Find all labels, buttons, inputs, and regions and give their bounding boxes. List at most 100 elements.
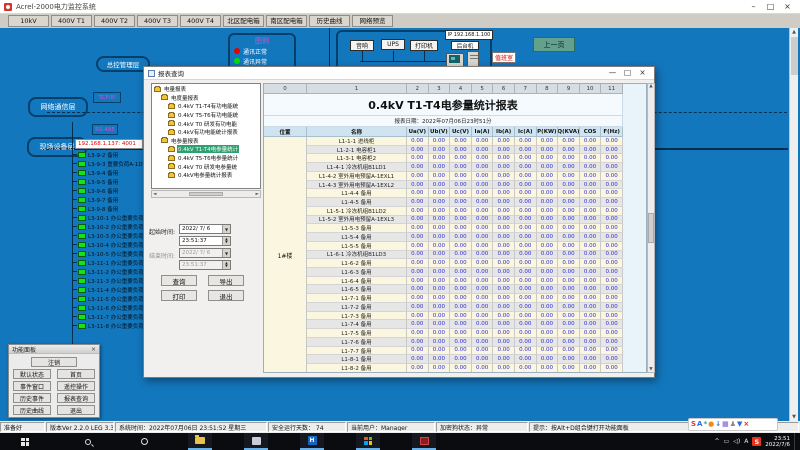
capture-tool-icon[interactable]: ↓: [715, 419, 721, 430]
search-icon[interactable]: [76, 433, 100, 450]
device-list-item[interactable]: L3-10-5 办公重要负荷A-: [72, 249, 143, 258]
scrollbar-thumb[interactable]: [791, 37, 798, 75]
report-tree-item[interactable]: 0.4kV T1-T4有功电能统: [152, 102, 260, 111]
scrollbar-thumb[interactable]: [648, 213, 654, 243]
dialog-minimize-icon[interactable]: —: [605, 67, 620, 79]
main-scrollbar[interactable]: ▲ ▼: [789, 28, 798, 421]
page-tab[interactable]: 北区配电箱: [223, 15, 264, 27]
microsoft-app-icon[interactable]: [356, 433, 380, 450]
spinner-arrows-icon[interactable]: ▲▼: [222, 237, 230, 245]
panel-button[interactable]: 默认状态: [13, 369, 51, 379]
page-tab[interactable]: 10kV: [8, 15, 49, 27]
device-list-item[interactable]: L3-11-8 办公重要负荷A-: [72, 321, 143, 330]
device-list-item[interactable]: L3-11-5 办公重要负荷A-: [72, 294, 143, 303]
capture-tool-icon[interactable]: ♟: [730, 419, 736, 430]
page-tab[interactable]: 400V T1: [51, 15, 92, 27]
page-tab[interactable]: 400V T3: [137, 15, 178, 27]
taskbar-clock[interactable]: 23:51 2022/7/6: [765, 436, 790, 448]
report-tree-item[interactable]: 电度量报表: [152, 94, 260, 103]
tray-message-icon[interactable]: ▭: [724, 438, 730, 445]
capture-tool-icon[interactable]: ▼: [737, 419, 742, 430]
start-time-spinner[interactable]: 23:51:37 ▲▼: [179, 236, 231, 246]
page-tab[interactable]: 400V T2: [94, 15, 135, 27]
capture-tool-icon[interactable]: *: [703, 419, 707, 430]
panel-button[interactable]: 首页: [57, 369, 95, 379]
device-list-item[interactable]: L3-11-6 办公重要负荷A-: [72, 303, 143, 312]
device-list-item[interactable]: L3-10-1 办公重要负荷DCS-A: [72, 213, 143, 222]
report-tree-item[interactable]: 电量报表: [152, 85, 260, 94]
export-button[interactable]: 导出: [208, 275, 244, 286]
device-list-item[interactable]: L3-9-2 备用: [72, 150, 143, 159]
dialog-close-icon[interactable]: ×: [635, 67, 650, 79]
device-list-item[interactable]: L3-11-1 办公重要负荷A-: [72, 258, 143, 267]
windows-start-icon[interactable]: [13, 433, 37, 450]
device-list-item[interactable]: L3-9-8 备用: [72, 204, 143, 213]
scroll-down-icon[interactable]: ▼: [649, 367, 652, 372]
close-icon[interactable]: ×: [91, 346, 96, 353]
logout-button[interactable]: 注销: [31, 357, 77, 367]
capture-tool-icon[interactable]: ●: [708, 419, 714, 430]
report-tree-item[interactable]: 0.4kV有功电能统计报表: [152, 128, 260, 137]
scroll-up-icon[interactable]: ▲: [790, 28, 798, 36]
device-list-item[interactable]: L3-10-4 办公重要负荷A-: [72, 240, 143, 249]
device-list-item[interactable]: L3-9-5 备用: [72, 177, 143, 186]
report-tree-item[interactable]: 0.4kV T0 研发电参量统: [152, 162, 260, 171]
device-list-item[interactable]: L3-9-4 备用: [72, 168, 143, 177]
report-tree-item[interactable]: 0.4kV T0 研发有功电能: [152, 119, 260, 128]
page-tab[interactable]: 400V T4: [180, 15, 221, 27]
panel-button[interactable]: 遥控操作: [57, 381, 95, 391]
file-explorer-icon[interactable]: [188, 433, 212, 450]
notification-edge[interactable]: [794, 433, 798, 450]
scroll-up-icon[interactable]: ▲: [649, 84, 652, 89]
panel-button[interactable]: 报表查询: [57, 393, 95, 403]
device-list-item[interactable]: L3-9-3 重要负荷A-1DT1: [72, 159, 143, 168]
start-date-picker[interactable]: 2022/ 7/ 6 ▼: [179, 224, 231, 234]
capture-tool-icon[interactable]: S: [691, 419, 696, 430]
chevron-down-icon[interactable]: ▼: [222, 225, 230, 233]
exit-button[interactable]: 退出: [208, 290, 244, 301]
window-close-icon[interactable]: ×: [779, 0, 796, 13]
capture-tool-icon[interactable]: A: [697, 419, 702, 430]
query-button[interactable]: 查询: [161, 275, 197, 286]
scrollbar-thumb[interactable]: [189, 192, 223, 196]
device-list-item[interactable]: L3-11-2 办公重要负荷A-: [72, 267, 143, 276]
grid-vertical-scrollbar[interactable]: ▲ ▼: [647, 83, 655, 373]
page-tab[interactable]: 历史曲线: [309, 15, 350, 27]
end-date-picker[interactable]: 2022/ 7/ 6 ▼: [179, 248, 231, 258]
scroll-left-icon[interactable]: ◄: [153, 192, 156, 197]
sogou-tray-icon[interactable]: S: [752, 437, 761, 446]
tray-audio-icon[interactable]: ◁): [733, 438, 740, 445]
page-tab[interactable]: 网络预览: [352, 15, 393, 27]
app-icon-gray[interactable]: [244, 433, 268, 450]
dialog-titlebar[interactable]: 报表查询 — □ ×: [144, 67, 654, 80]
report-tree-item[interactable]: 0.4kV T5-T6有功电能统: [152, 111, 260, 120]
tray-chevron-icon[interactable]: ^: [715, 438, 720, 445]
capture-tool-icon[interactable]: ▦: [722, 419, 729, 430]
tray-input-indicator[interactable]: A: [744, 438, 748, 445]
device-list-item[interactable]: L3-10-2 办公重要负荷A-: [72, 222, 143, 231]
window-maximize-icon[interactable]: □: [762, 0, 779, 13]
end-time-spinner[interactable]: 23:51:37 ▲▼: [179, 260, 231, 270]
device-list-item[interactable]: L3-11-3 办公重要负荷A-: [72, 276, 143, 285]
report-tree-item[interactable]: 0.4kV T1-T4电参量统计: [152, 145, 260, 154]
print-button[interactable]: 打印: [161, 290, 197, 301]
device-list-item[interactable]: L3-11-7 办公重要负荷A-: [72, 312, 143, 321]
capture-tool-icon[interactable]: ×: [743, 419, 749, 430]
device-list-item[interactable]: L3-9-7 备用: [72, 195, 143, 204]
panel-button[interactable]: 历史事件: [13, 393, 51, 403]
report-tree-item[interactable]: 0.4kV T5-T6电参量统计: [152, 154, 260, 163]
page-tab[interactable]: 南区配电箱: [266, 15, 307, 27]
device-list-item[interactable]: L3-11-4 办公重要负荷A-: [72, 285, 143, 294]
task-view-icon[interactable]: [132, 433, 156, 450]
prev-page-button[interactable]: 上一页: [533, 37, 575, 52]
panel-button[interactable]: 历史曲线: [13, 405, 51, 415]
report-tree-item[interactable]: 电参量报表: [152, 137, 260, 146]
panel-button[interactable]: 退出: [57, 405, 95, 415]
scroll-down-icon[interactable]: ▼: [790, 413, 798, 421]
window-minimize-icon[interactable]: –: [745, 0, 762, 13]
tree-horizontal-scrollbar[interactable]: ◄ ►: [151, 190, 261, 198]
device-list-item[interactable]: L3-10-3 办公重要负荷A-: [72, 231, 143, 240]
dialog-maximize-icon[interactable]: □: [620, 67, 635, 79]
device-list-item[interactable]: L3-9-6 备用: [72, 186, 143, 195]
panel-button[interactable]: 事件窗口: [13, 381, 51, 391]
